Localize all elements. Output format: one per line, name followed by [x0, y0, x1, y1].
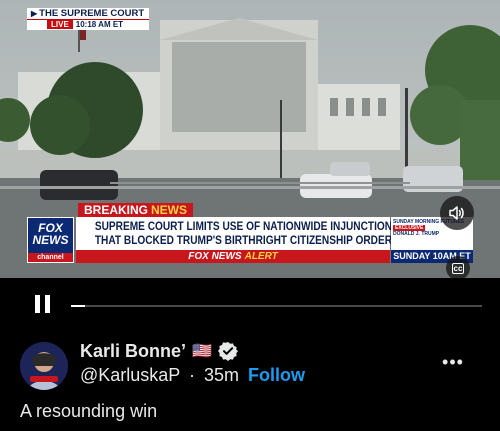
- us-flag-icon: 🇺🇸: [192, 343, 212, 360]
- author-name[interactable]: Karli Bonne’: [80, 341, 186, 362]
- logo-news: NEWS: [32, 233, 69, 247]
- avatar-image: [20, 342, 68, 390]
- fox-news-logo: FOX NEWS channel: [27, 217, 74, 263]
- bug-title-text: THE SUPREME COURT: [39, 8, 145, 19]
- breaking-news-tag: BREAKING NEWS: [78, 203, 194, 218]
- post-text: A resounding win: [20, 401, 158, 421]
- progress-fill: [71, 305, 86, 307]
- separator-dot: ·: [189, 365, 195, 385]
- breaking-news-label: NEWS: [151, 203, 188, 217]
- author-row: Karli Bonne’ 🇺🇸: [80, 340, 238, 362]
- video-progress-bar[interactable]: [71, 305, 482, 307]
- more-options-button[interactable]: •••: [440, 353, 466, 371]
- live-badge: LIVE: [47, 20, 73, 29]
- headline-line-1: SUPREME COURT LIMITS USE OF NATIONWIDE I…: [94, 221, 393, 233]
- speaker-icon: [449, 206, 464, 220]
- volume-button[interactable]: [440, 196, 474, 230]
- author-handle[interactable]: @KarluskaP: [80, 365, 180, 385]
- live-bug: ▶ THE SUPREME COURT LIVE 10:18 AM ET: [27, 8, 149, 30]
- promo-guest: DONALD J. TRUMP: [393, 231, 440, 237]
- verified-badge-icon: [217, 342, 238, 361]
- handle-row: @KarluskaP · 35m Follow: [80, 365, 305, 386]
- breaking-label: BREAKING: [84, 203, 149, 217]
- headline-line-2: THAT BLOCKED TRUMP'S BIRTHRIGHT CITIZENS…: [94, 235, 393, 247]
- pause-icon-bar-right: [45, 295, 50, 313]
- bug-time: 10:18 AM ET: [75, 20, 124, 29]
- pause-button[interactable]: [33, 293, 53, 315]
- bug-title: ▶ THE SUPREME COURT: [27, 8, 149, 19]
- closed-captions-icon: cc: [451, 262, 465, 274]
- avatar[interactable]: [20, 342, 68, 390]
- headline-box: SUPREME COURT LIMITS USE OF NATIONWIDE I…: [76, 217, 393, 250]
- alert-prefix: FOX NEWS: [188, 251, 242, 262]
- pause-icon-bar-left: [35, 295, 40, 313]
- video-player[interactable]: ▶ THE SUPREME COURT LIVE 10:18 AM ET BREAK…: [0, 0, 500, 278]
- post-age[interactable]: 35m: [204, 365, 239, 385]
- alert-word: ALERT: [244, 251, 278, 262]
- fox-news-alert-bar: FOX NEWS ALERT: [76, 250, 390, 263]
- logo-channel: channel: [28, 253, 73, 262]
- follow-button[interactable]: Follow: [248, 365, 305, 385]
- bug-live-row: LIVE 10:18 AM ET: [27, 19, 149, 30]
- play-triangle-icon: ▶: [31, 9, 38, 18]
- captions-button[interactable]: cc: [446, 256, 470, 278]
